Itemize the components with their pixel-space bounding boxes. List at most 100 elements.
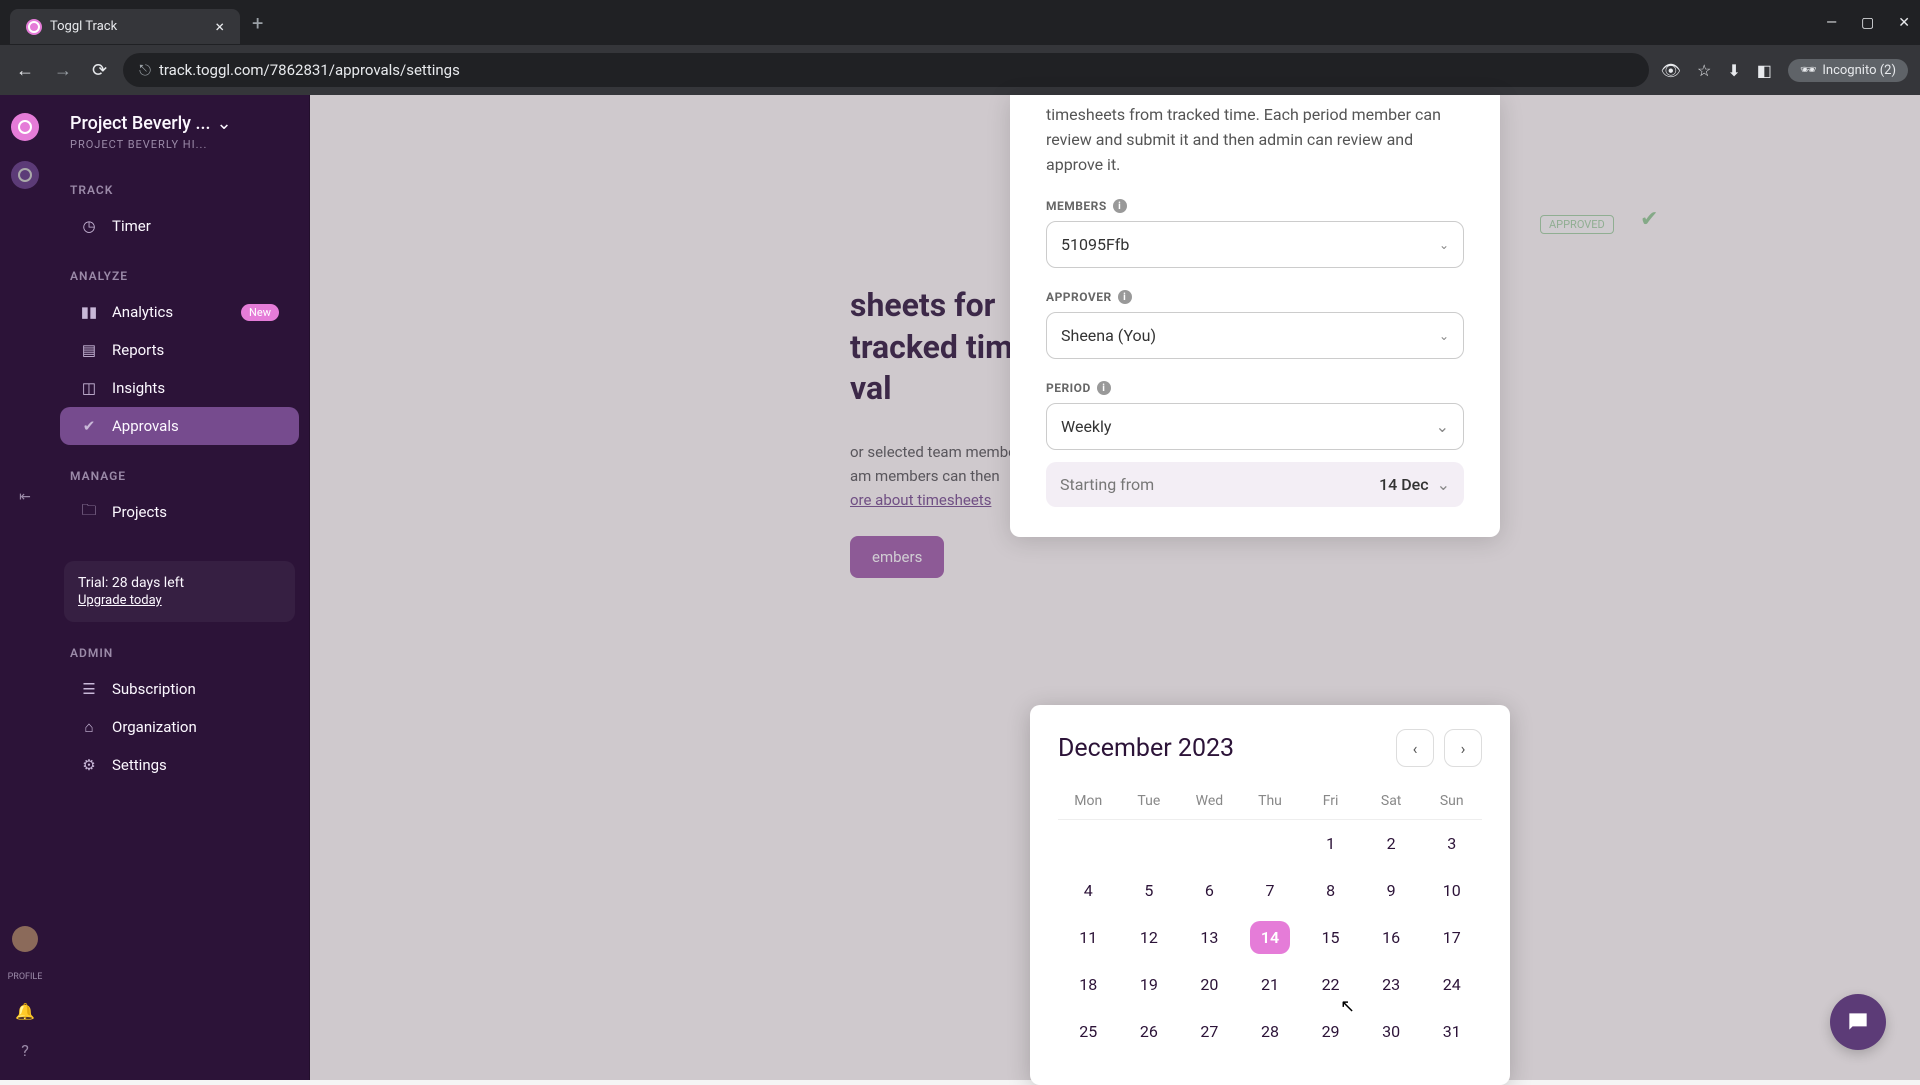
collapse-sidebar-icon[interactable]: ⇤ — [19, 489, 31, 505]
workspace-switcher[interactable]: Project Beverly ... ⌄ PROJECT BEVERLY HI… — [50, 113, 309, 159]
download-icon[interactable]: ⬇ — [1727, 61, 1740, 80]
calendar-day[interactable]: 30 — [1361, 1008, 1422, 1055]
chart-icon: ◫ — [80, 379, 98, 397]
profile-label: PROFILE — [8, 972, 43, 982]
calendar-day[interactable]: 11 — [1058, 914, 1119, 961]
calendar-day[interactable]: 31 — [1421, 1008, 1482, 1055]
toggl-favicon — [26, 19, 42, 35]
reload-button[interactable]: ⟳ — [88, 56, 111, 85]
calendar-day[interactable]: 5 — [1119, 867, 1180, 914]
eye-off-icon[interactable]: 👁 — [1661, 61, 1681, 80]
calendar-day[interactable]: 23 — [1361, 961, 1422, 1008]
calendar-day[interactable]: 10 — [1421, 867, 1482, 914]
incognito-icon: 🕶 — [1800, 63, 1817, 78]
calendar-day[interactable]: 18 — [1058, 961, 1119, 1008]
calendar-day[interactable]: 29 — [1300, 1008, 1361, 1055]
calendar-day[interactable]: 1 — [1300, 820, 1361, 867]
section-track: TRACK — [50, 159, 309, 207]
url-text: track.toggl.com/7862831/approvals/settin… — [159, 61, 460, 79]
incognito-badge[interactable]: 🕶 Incognito (2) — [1788, 59, 1908, 82]
calendar-day[interactable]: 21 — [1240, 961, 1301, 1008]
card-icon: ☰ — [80, 680, 98, 698]
back-button[interactable]: ← — [12, 56, 38, 85]
calendar-day[interactable]: 3 — [1421, 820, 1482, 867]
avatar[interactable] — [12, 926, 38, 952]
info-icon[interactable]: i — [1097, 381, 1111, 395]
starting-from-select[interactable]: Starting from 14 Dec ⌄ — [1046, 462, 1464, 507]
modal-intro: timesheets from tracked time. Each perio… — [1046, 95, 1464, 177]
maximize-icon[interactable]: ▢ — [1861, 15, 1874, 31]
nav-settings[interactable]: ⚙ Settings — [60, 746, 299, 784]
upgrade-link[interactable]: Upgrade today — [78, 593, 281, 608]
prev-month-button[interactable]: ‹ — [1396, 729, 1434, 767]
date-picker: December 2023 ‹ › MonTueWedThuFriSatSun1… — [1030, 705, 1510, 1085]
calendar-dow: Fri — [1300, 783, 1361, 820]
nav-reports[interactable]: ▤ Reports — [60, 331, 299, 369]
calendar-dow: Sun — [1421, 783, 1482, 820]
nav-subscription[interactable]: ☰ Subscription — [60, 670, 299, 708]
chevron-down-icon: ⌄ — [1436, 417, 1449, 436]
members-label: MEMBERS — [1046, 199, 1107, 213]
forward-button[interactable]: → — [50, 56, 76, 85]
browser-tab[interactable]: Toggl Track × — [10, 9, 240, 44]
nav-analytics[interactable]: ▮▮ Analytics New — [60, 293, 299, 331]
lock-icon: ⎋ — [139, 61, 151, 79]
calendar-day[interactable]: 13 — [1179, 914, 1240, 961]
calendar-day[interactable]: 4 — [1058, 867, 1119, 914]
calendar-day[interactable]: 20 — [1179, 961, 1240, 1008]
calendar-day[interactable]: 25 — [1058, 1008, 1119, 1055]
members-select[interactable]: 51095Ffb ⌄ — [1046, 221, 1464, 268]
main-content: APPROVED ✔ sheets for tracked time val o… — [310, 95, 1920, 1080]
panel-icon[interactable]: ◧ — [1757, 61, 1772, 80]
calendar-day[interactable]: 19 — [1119, 961, 1180, 1008]
calendar-month-title: December 2023 — [1058, 734, 1234, 763]
app-root: ⇤ PROFILE 🔔 ? Project Beverly ... ⌄ PROJ… — [0, 95, 1920, 1080]
rail-app-icon[interactable] — [11, 161, 39, 189]
info-icon[interactable]: i — [1113, 199, 1127, 213]
calendar-dow: Sat — [1361, 783, 1422, 820]
nav-organization[interactable]: ⌂ Organization — [60, 708, 299, 746]
calendar-day[interactable]: 2 — [1361, 820, 1422, 867]
rail-track-icon[interactable] — [11, 113, 39, 141]
period-group: PERIOD i Weekly ⌄ Starting from 14 Dec ⌄ — [1046, 381, 1464, 507]
calendar-day[interactable]: 27 — [1179, 1008, 1240, 1055]
calendar-day[interactable]: 24 — [1421, 961, 1482, 1008]
folder-icon: 🗀 — [80, 503, 98, 521]
url-bar[interactable]: ⎋ track.toggl.com/7862831/approvals/sett… — [123, 53, 1649, 87]
new-badge: New — [241, 304, 279, 321]
nav-insights[interactable]: ◫ Insights — [60, 369, 299, 407]
calendar-dow: Wed — [1179, 783, 1240, 820]
calendar-day[interactable]: 7 — [1240, 867, 1301, 914]
star-icon[interactable]: ☆ — [1697, 61, 1711, 80]
minimize-icon[interactable]: — — [1826, 15, 1837, 31]
intercom-chat-button[interactable] — [1830, 994, 1886, 1050]
calendar-day[interactable]: 9 — [1361, 867, 1422, 914]
calendar-day[interactable]: 12 — [1119, 914, 1180, 961]
chevron-down-icon: ⌄ — [216, 113, 231, 134]
calendar-day[interactable]: 14 — [1240, 914, 1301, 961]
calendar-day[interactable]: 8 — [1300, 867, 1361, 914]
trial-box: Trial: 28 days left Upgrade today — [64, 561, 295, 622]
period-select[interactable]: Weekly ⌄ — [1046, 403, 1464, 450]
info-icon[interactable]: i — [1118, 290, 1132, 304]
calendar-day[interactable]: 15 — [1300, 914, 1361, 961]
calendar-day[interactable]: 16 — [1361, 914, 1422, 961]
calendar-day[interactable]: 6 — [1179, 867, 1240, 914]
close-window-icon[interactable]: ✕ — [1898, 15, 1910, 31]
bars-icon: ▮▮ — [80, 303, 98, 321]
approver-select[interactable]: Sheena (You) ⌄ — [1046, 312, 1464, 359]
next-month-button[interactable]: › — [1444, 729, 1482, 767]
calendar-dow: Tue — [1119, 783, 1180, 820]
nav-approvals[interactable]: ✔ Approvals — [60, 407, 299, 445]
help-icon[interactable]: ? — [21, 1041, 29, 1060]
bell-icon[interactable]: 🔔 — [15, 1002, 35, 1021]
calendar-day[interactable]: 28 — [1240, 1008, 1301, 1055]
nav-timer[interactable]: ◷ Timer — [60, 207, 299, 245]
close-icon[interactable]: × — [215, 17, 224, 36]
new-tab-button[interactable]: + — [252, 11, 263, 35]
calendar-day[interactable]: 22 — [1300, 961, 1361, 1008]
calendar-day[interactable]: 17 — [1421, 914, 1482, 961]
nav-projects[interactable]: 🗀 Projects — [60, 493, 299, 531]
building-icon: ⌂ — [80, 718, 98, 736]
calendar-day[interactable]: 26 — [1119, 1008, 1180, 1055]
